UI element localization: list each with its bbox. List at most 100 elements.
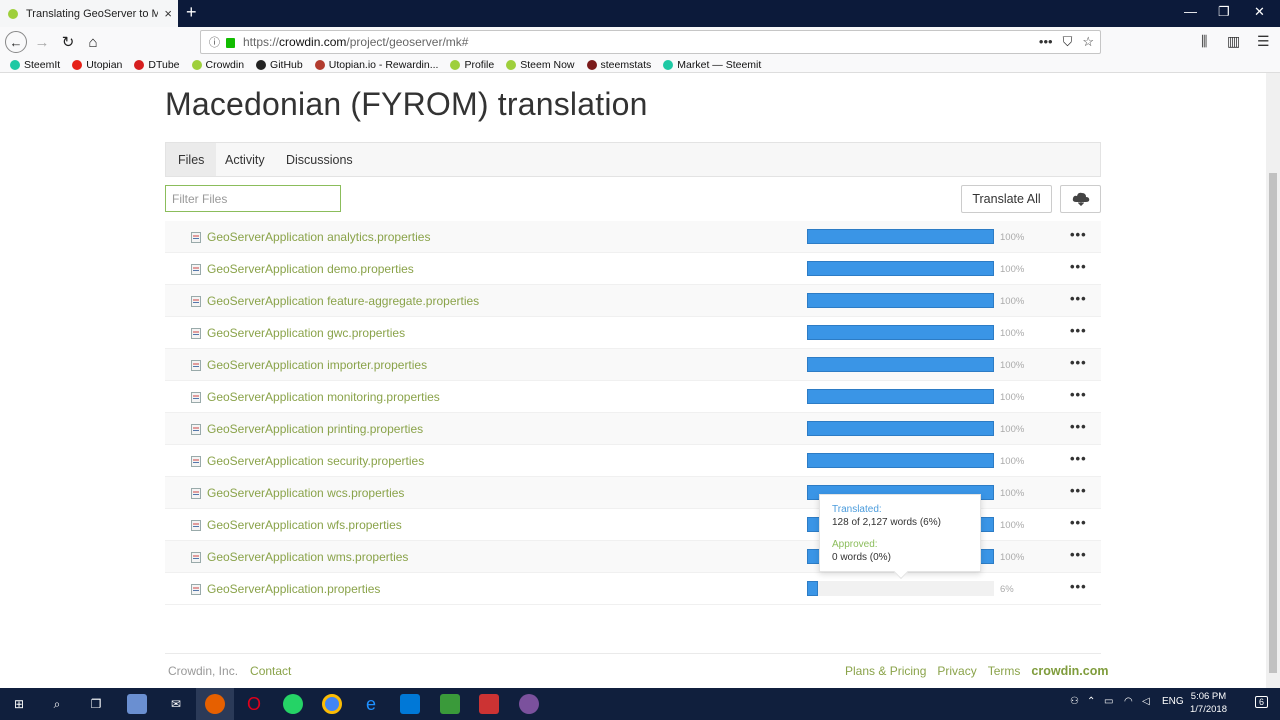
wifi-icon[interactable]: ◠: [1124, 696, 1133, 707]
tab-discussions[interactable]: Discussions: [274, 143, 365, 176]
home-icon[interactable]: ⌂: [82, 31, 104, 53]
progress-bar[interactable]: [807, 581, 994, 596]
bookmark-label: Utopian.io - Rewardin...: [328, 58, 439, 71]
bookmark-item[interactable]: steemstats: [586, 59, 651, 71]
library-icon[interactable]: ⫼: [1201, 33, 1207, 50]
more-options-icon[interactable]: •••: [1070, 355, 1087, 370]
opera-icon[interactable]: O: [244, 694, 264, 714]
more-options-icon[interactable]: •••: [1070, 547, 1087, 562]
footer-privacy-link[interactable]: Privacy: [937, 664, 976, 678]
windows-start-icon[interactable]: ⊞: [9, 694, 29, 714]
footer-terms-link[interactable]: Terms: [988, 664, 1021, 678]
menu-icon[interactable]: ☰: [1257, 33, 1270, 50]
more-options-icon[interactable]: •••: [1070, 579, 1087, 594]
minimize-icon[interactable]: —: [1184, 4, 1197, 19]
battery-icon[interactable]: ▭: [1104, 696, 1113, 707]
progress-fill: [807, 421, 994, 436]
more-options-icon[interactable]: •••: [1070, 323, 1087, 338]
progress-bar[interactable]: [807, 389, 994, 404]
store-icon[interactable]: [400, 694, 420, 714]
translate-all-button[interactable]: Translate All: [961, 185, 1052, 213]
file-name-link[interactable]: GeoServerApplication gwc.properties: [207, 326, 405, 340]
file-name-link[interactable]: GeoServerApplication demo.properties: [207, 262, 414, 276]
reload-icon[interactable]: ↻: [57, 31, 79, 53]
more-options-icon[interactable]: •••: [1070, 451, 1087, 466]
lock-icon: [226, 38, 235, 48]
more-options-icon[interactable]: •••: [1070, 291, 1087, 306]
back-icon[interactable]: ←: [5, 31, 27, 53]
filter-files-input[interactable]: [165, 185, 341, 212]
bookmark-item[interactable]: Crowdin: [191, 59, 244, 71]
download-button[interactable]: [1060, 185, 1101, 213]
tab-activity[interactable]: Activity: [213, 143, 277, 176]
bookmark-star-icon[interactable]: ☆: [1082, 34, 1094, 50]
chrome-icon[interactable]: [322, 694, 342, 714]
people-icon[interactable]: ⚇: [1070, 696, 1079, 707]
firefox-icon[interactable]: [205, 694, 225, 714]
translated-label: Translated:: [832, 504, 882, 515]
tray-chevron-icon[interactable]: ⌃: [1087, 696, 1095, 707]
mail-icon[interactable]: ✉: [166, 694, 186, 714]
close-window-icon[interactable]: ✕: [1254, 4, 1265, 20]
bookmark-item[interactable]: DTube: [134, 59, 180, 71]
footer-brand-link[interactable]: crowdin.com: [1031, 664, 1108, 678]
more-options-icon[interactable]: •••: [1070, 387, 1087, 402]
notification-center-icon[interactable]: 6: [1255, 696, 1269, 708]
more-options-icon[interactable]: •••: [1070, 515, 1087, 530]
new-tab-icon[interactable]: +: [186, 2, 197, 23]
maximize-icon[interactable]: ❐: [1218, 4, 1230, 20]
app-icon-3[interactable]: [479, 694, 499, 714]
progress-bar[interactable]: [807, 293, 994, 308]
system-clock[interactable]: 5:06 PM 1/7/2018: [1190, 690, 1227, 716]
bookmark-item[interactable]: Utopian: [72, 59, 122, 71]
viber-icon[interactable]: [519, 694, 539, 714]
file-name-link[interactable]: GeoServerApplication printing.properties: [207, 422, 423, 436]
bookmark-item[interactable]: GitHub: [256, 59, 303, 71]
progress-bar[interactable]: [807, 325, 994, 340]
more-options-icon[interactable]: •••: [1070, 419, 1087, 434]
more-options-icon[interactable]: •••: [1070, 227, 1087, 242]
close-tab-icon[interactable]: ×: [164, 6, 172, 21]
file-name-link[interactable]: GeoServerApplication security.properties: [207, 454, 424, 468]
file-name-link[interactable]: GeoServerApplication feature-aggregate.p…: [207, 294, 479, 308]
task-view-icon[interactable]: ❐: [86, 694, 106, 714]
file-name-link[interactable]: GeoServerApplication wfs.properties: [207, 518, 402, 532]
app-icon-1[interactable]: [127, 694, 147, 714]
more-options-icon[interactable]: •••: [1070, 483, 1087, 498]
file-name-link[interactable]: GeoServerApplication wms.properties: [207, 550, 408, 564]
file-name-link[interactable]: GeoServerApplication wcs.properties: [207, 486, 404, 500]
volume-icon[interactable]: ◁: [1142, 696, 1150, 707]
browser-tab[interactable]: Translating GeoServer to Maced ×: [0, 0, 178, 27]
page-scrollbar[interactable]: [1266, 73, 1280, 688]
progress-bar[interactable]: [807, 421, 994, 436]
info-icon[interactable]: ⓘ: [209, 34, 220, 50]
file-name-link[interactable]: GeoServerApplication analytics.propertie…: [207, 230, 430, 244]
edge-icon[interactable]: e: [361, 694, 381, 714]
bookmark-item[interactable]: Profile: [450, 59, 494, 71]
url-bar[interactable]: ⓘ https://crowdin.com/project/geoserver/…: [200, 30, 1101, 54]
more-options-icon[interactable]: •••: [1070, 259, 1087, 274]
file-name-link[interactable]: GeoServerApplication.properties: [207, 582, 380, 596]
tab-files[interactable]: Files: [166, 143, 217, 176]
file-name-link[interactable]: GeoServerApplication importer.properties: [207, 358, 427, 372]
search-icon[interactable]: ⌕: [47, 694, 67, 714]
progress-bar[interactable]: [807, 229, 994, 244]
pocket-icon[interactable]: ⛉: [1063, 34, 1073, 50]
app-icon-2[interactable]: [440, 694, 460, 714]
page-actions-icon[interactable]: •••: [1039, 34, 1053, 50]
bookmark-item[interactable]: Utopian.io - Rewardin...: [314, 58, 439, 71]
progress-bar[interactable]: [807, 453, 994, 468]
scrollbar-thumb[interactable]: [1269, 173, 1277, 673]
file-name-link[interactable]: GeoServerApplication monitoring.properti…: [207, 390, 440, 404]
progress-bar[interactable]: [807, 261, 994, 276]
bookmark-item[interactable]: Steem Now: [506, 59, 575, 71]
bookmark-item[interactable]: SteemIt: [10, 59, 60, 71]
footer-pricing-link[interactable]: Plans & Pricing: [845, 664, 926, 678]
whatsapp-icon[interactable]: [283, 694, 303, 714]
language-indicator[interactable]: ENG: [1162, 696, 1184, 707]
footer-contact-link[interactable]: Contact: [250, 664, 291, 678]
progress-bar[interactable]: [807, 357, 994, 372]
bookmark-item[interactable]: Market — Steemit: [663, 59, 761, 71]
sidebar-icon[interactable]: ▥: [1227, 33, 1240, 50]
forward-icon[interactable]: →: [31, 31, 53, 53]
